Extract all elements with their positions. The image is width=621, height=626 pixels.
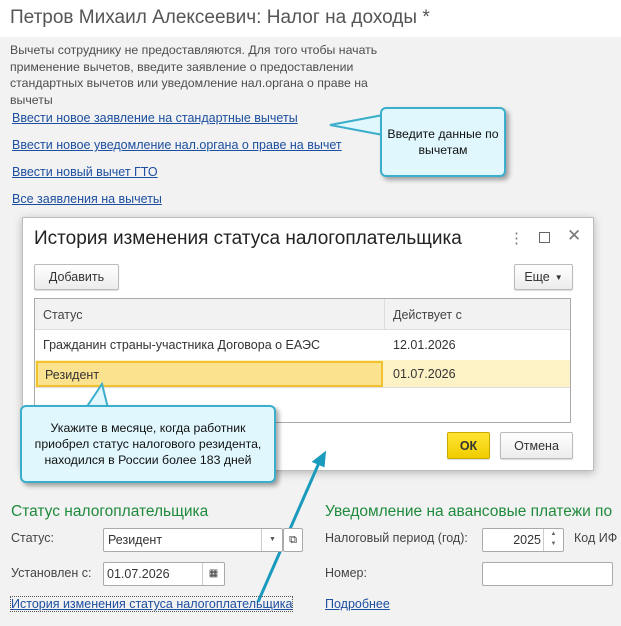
calendar-icon[interactable]: ▦ <box>202 563 224 585</box>
more-label: Еще <box>524 270 550 284</box>
cancel-button[interactable]: Отмена <box>500 432 573 459</box>
cell-status: Гражданин страны-участника Договора о ЕА… <box>43 338 320 352</box>
link-new-standard-deduction[interactable]: Ввести новое заявление на стандартные вы… <box>12 111 298 125</box>
link-all-deductions[interactable]: Все заявления на вычеты <box>12 192 162 206</box>
cell-date: 12.01.2026 <box>393 338 456 352</box>
code-label: Код ИФ <box>574 531 618 545</box>
table-row[interactable]: Гражданин страны-участника Договора о ЕА… <box>35 331 570 359</box>
more-button[interactable]: Еще ▼ <box>514 264 573 290</box>
link-new-gto-deduction[interactable]: Ввести новый вычет ГТО <box>12 165 158 179</box>
more-options-icon[interactable]: ⋮ <box>509 229 524 247</box>
ok-button[interactable]: ОК <box>447 432 490 459</box>
period-value: 2025 <box>513 533 541 547</box>
link-new-tax-notice[interactable]: Ввести новое уведомление нал.органа о пр… <box>12 138 342 152</box>
since-date-field[interactable]: 01.07.2026 ▦ <box>103 562 225 586</box>
since-label: Установлен с: <box>11 566 92 580</box>
more-details-link[interactable]: Подробнее <box>325 597 390 611</box>
number-label: Номер: <box>325 566 367 580</box>
status-value: Резидент <box>108 533 163 547</box>
dialog-title: История изменения статуса налогоплательщ… <box>34 228 462 249</box>
chevron-down-icon: ▼ <box>554 272 563 282</box>
period-field[interactable]: 2025 ▲ ▼ <box>482 528 564 552</box>
info-text: Вычеты сотруднику не предоставляются. Дл… <box>10 43 378 107</box>
close-icon[interactable]: ✕ <box>567 226 581 246</box>
maximize-icon[interactable] <box>539 232 550 243</box>
callout-resident: Укажите в месяце, когда работник приобре… <box>20 405 276 483</box>
since-value: 01.07.2026 <box>107 567 170 581</box>
history-link[interactable]: История изменения статуса налогоплательщ… <box>9 596 294 612</box>
callout-pointer <box>329 113 385 137</box>
column-header-status[interactable]: Статус <box>35 299 385 330</box>
advance-section-title: Уведомление на авансовые платежи по <box>325 503 613 520</box>
add-button[interactable]: Добавить <box>34 264 119 290</box>
period-label: Налоговый период (год): <box>325 531 468 545</box>
number-field[interactable] <box>482 562 613 586</box>
open-icon[interactable]: ⧉ <box>283 528 303 552</box>
callout-deductions: Введите данные по вычетам <box>380 107 506 177</box>
status-section-title: Статус налогоплательщика <box>11 503 209 520</box>
status-select[interactable]: Резидент ▼ <box>103 528 283 552</box>
cell-date: 01.07.2026 <box>393 367 456 381</box>
window-title: Петров Михаил Алексеевич: Налог на доход… <box>10 7 430 28</box>
spinner-icon[interactable]: ▲ ▼ <box>543 529 563 551</box>
column-header-date[interactable]: Действует с <box>385 299 570 330</box>
dropdown-arrow-icon[interactable]: ▼ <box>261 529 283 551</box>
status-label: Статус: <box>11 531 54 545</box>
